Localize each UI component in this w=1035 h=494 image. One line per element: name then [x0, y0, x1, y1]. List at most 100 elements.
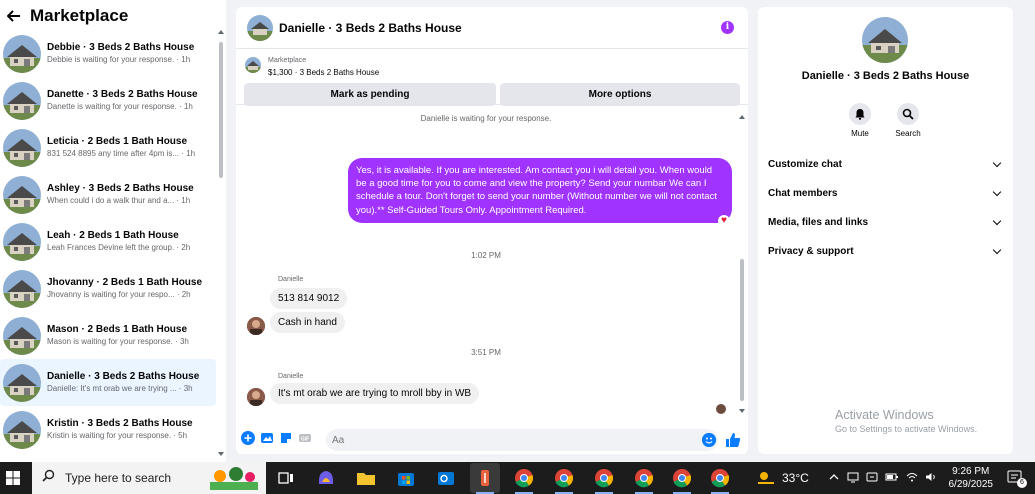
watermark-subtitle: Go to Settings to activate Windows.	[835, 424, 978, 434]
conversation-preview: Danielle: It's mt orab we are trying ...…	[47, 384, 193, 393]
scroll-up-icon[interactable]	[739, 115, 745, 119]
back-arrow-icon[interactable]	[6, 8, 22, 24]
battery-icon[interactable]	[885, 472, 899, 485]
network-share-icon[interactable]	[847, 471, 859, 486]
scroll-thumb[interactable]	[219, 42, 223, 178]
chrome-icon[interactable]	[592, 466, 616, 490]
customize-chat-row[interactable]: Customize chat	[768, 154, 1004, 174]
heart-reaction-icon[interactable]: ♥	[718, 215, 730, 227]
active-app-icon[interactable]	[470, 463, 500, 493]
section-label: Customize chat	[768, 158, 842, 170]
copilot-icon[interactable]	[314, 466, 338, 490]
conversation-item[interactable]: Leah · 2 Beds 1 Bath House Leah Frances D…	[0, 218, 216, 265]
privacy-support-row[interactable]: Privacy & support	[768, 241, 1004, 261]
conversation-item[interactable]: Danielle · 3 Beds 2 Baths House Danielle:…	[0, 359, 216, 406]
wifi-icon[interactable]	[906, 472, 918, 485]
listing-price[interactable]: $1,300 · 3 Beds 2 Baths House	[268, 68, 379, 77]
temperature[interactable]: 33°C	[782, 471, 809, 485]
taskbar-search-text: Type here to search	[65, 471, 172, 485]
clock-date: 6/29/2025	[948, 479, 994, 490]
file-explorer-icon[interactable]	[354, 466, 378, 490]
notification-center-icon[interactable]: 6	[1007, 470, 1027, 488]
scroll-up-icon[interactable]	[218, 30, 224, 34]
message-input[interactable]	[326, 429, 718, 451]
conversation-preview: Mason is waiting for your response. · 3h	[47, 337, 189, 346]
chrome-icon[interactable]	[670, 466, 694, 490]
windows-start-icon[interactable]	[2, 462, 24, 494]
watermark-title: Activate Windows	[835, 408, 934, 422]
microsoft-store-icon[interactable]	[394, 466, 418, 490]
chrome-icon[interactable]	[552, 466, 576, 490]
chat-members-row[interactable]: Chat members	[768, 183, 1004, 203]
add-plus-icon[interactable]	[241, 430, 255, 445]
sticker-icon[interactable]	[279, 431, 293, 445]
chat-details-panel: Danielle · 3 Beds 2 Baths House Mute Sea…	[758, 7, 1013, 454]
photo-icon[interactable]	[260, 431, 274, 445]
scroll-down-icon[interactable]	[218, 452, 224, 456]
received-message-bubble[interactable]: 513 814 9012	[270, 288, 348, 309]
activate-windows-watermark: Activate Windows Go to Settings to activ…	[835, 408, 977, 434]
conversation-item[interactable]: Leticia · 2 Beds 1 Bath House 831 524 889…	[0, 124, 216, 171]
conversation-item[interactable]: Jhovanny · 2 Beds 1 Bath House Jhovanny i…	[0, 265, 216, 312]
conversation-preview: Jhovanny is waiting for your respo... · …	[47, 290, 191, 299]
mute-label: Mute	[851, 129, 869, 138]
sender-avatar[interactable]	[247, 388, 265, 406]
conversation-text: Kristin · 3 Beds 2 Baths House Kristin is…	[47, 417, 207, 442]
search-icon[interactable]	[897, 103, 919, 125]
media-files-links-row[interactable]: Media, files and links	[768, 212, 1004, 232]
chrome-icon[interactable]	[708, 466, 732, 490]
outlook-icon[interactable]	[434, 466, 458, 490]
search-button[interactable]: Search	[888, 103, 928, 138]
conversation-item[interactable]: Danette · 3 Beds 2 Baths House Danette is…	[0, 77, 216, 124]
listing-thumbnail	[3, 269, 41, 308]
conversation-item[interactable]: Ashley · 3 Beds 2 Baths House When could …	[0, 171, 216, 218]
chrome-icon[interactable]	[632, 466, 656, 490]
sidebar-title: Marketplace	[30, 6, 129, 25]
conversation-text: Leticia · 2 Beds 1 Bath House 831 524 889…	[47, 135, 207, 160]
conversation-preview: When could i do a walk thur and a... · 1…	[47, 196, 191, 205]
chevron-down-icon	[992, 187, 1002, 196]
meet-now-icon[interactable]	[866, 471, 878, 486]
sidebar-scrollbar[interactable]	[218, 28, 224, 458]
conversation-item[interactable]: Mason · 2 Beds 1 Bath House Mason is wait…	[0, 312, 216, 359]
conversation-preview: 831 524 8895 any time after 4pm is... · …	[47, 149, 196, 158]
chat-scrollbar[interactable]	[739, 113, 745, 413]
mute-button[interactable]: Mute	[840, 103, 880, 138]
task-view-icon[interactable]	[274, 466, 298, 490]
mark-as-pending-button[interactable]: Mark as pending	[244, 83, 496, 106]
sender-avatar[interactable]	[247, 317, 265, 335]
chevron-down-icon	[992, 216, 1002, 225]
info-icon[interactable]: i	[721, 21, 734, 34]
emoji-icon[interactable]	[702, 433, 716, 447]
search-highlight-icon[interactable]	[206, 464, 262, 494]
timestamp: 3:51 PM	[471, 348, 501, 357]
scroll-thumb[interactable]	[740, 259, 744, 401]
sidebar-header: Marketplace	[0, 0, 226, 32]
listing-thumbnail[interactable]	[245, 57, 261, 73]
chevron-down-icon	[992, 245, 1002, 254]
bell-icon[interactable]	[849, 103, 871, 125]
chrome-icon[interactable]	[512, 466, 536, 490]
sent-message-bubble[interactable]: Yes, it is available. If you are interes…	[348, 158, 732, 223]
conversation-item[interactable]: Debbie · 3 Beds 2 Baths House Debbie is w…	[0, 30, 216, 77]
received-message-bubble[interactable]: It's mt orab we are trying to mroll bby …	[270, 383, 480, 404]
chevron-up-icon[interactable]	[829, 472, 839, 484]
more-options-button[interactable]: More options	[500, 83, 740, 106]
notification-count: 6	[1017, 478, 1027, 488]
taskbar-search-box[interactable]: Type here to search	[32, 462, 266, 494]
message-thread: Danielle is waiting for your response. Y…	[236, 113, 748, 421]
scroll-down-icon[interactable]	[739, 409, 745, 413]
conversation-item[interactable]: Kristin · 3 Beds 2 Baths House Kristin is…	[0, 406, 216, 453]
clock[interactable]: 9:26 PM 6/29/2025	[949, 465, 994, 491]
weather-icon[interactable]	[756, 469, 776, 488]
chat-title[interactable]: Danielle · 3 Beds 2 Baths House	[279, 21, 462, 35]
details-avatar[interactable]	[862, 17, 908, 63]
conversation-text: Jhovanny · 2 Beds 1 Bath House Jhovanny i…	[47, 276, 207, 301]
conversation-title: Danette · 3 Beds 2 Baths House	[47, 89, 198, 100]
listing-thumbnail	[3, 175, 41, 214]
chat-avatar[interactable]	[247, 14, 273, 41]
thumbs-up-icon[interactable]	[725, 432, 741, 448]
volume-icon[interactable]	[925, 472, 937, 485]
received-message-bubble[interactable]: Cash in hand	[270, 312, 345, 333]
gif-icon[interactable]: GIF	[298, 431, 312, 445]
